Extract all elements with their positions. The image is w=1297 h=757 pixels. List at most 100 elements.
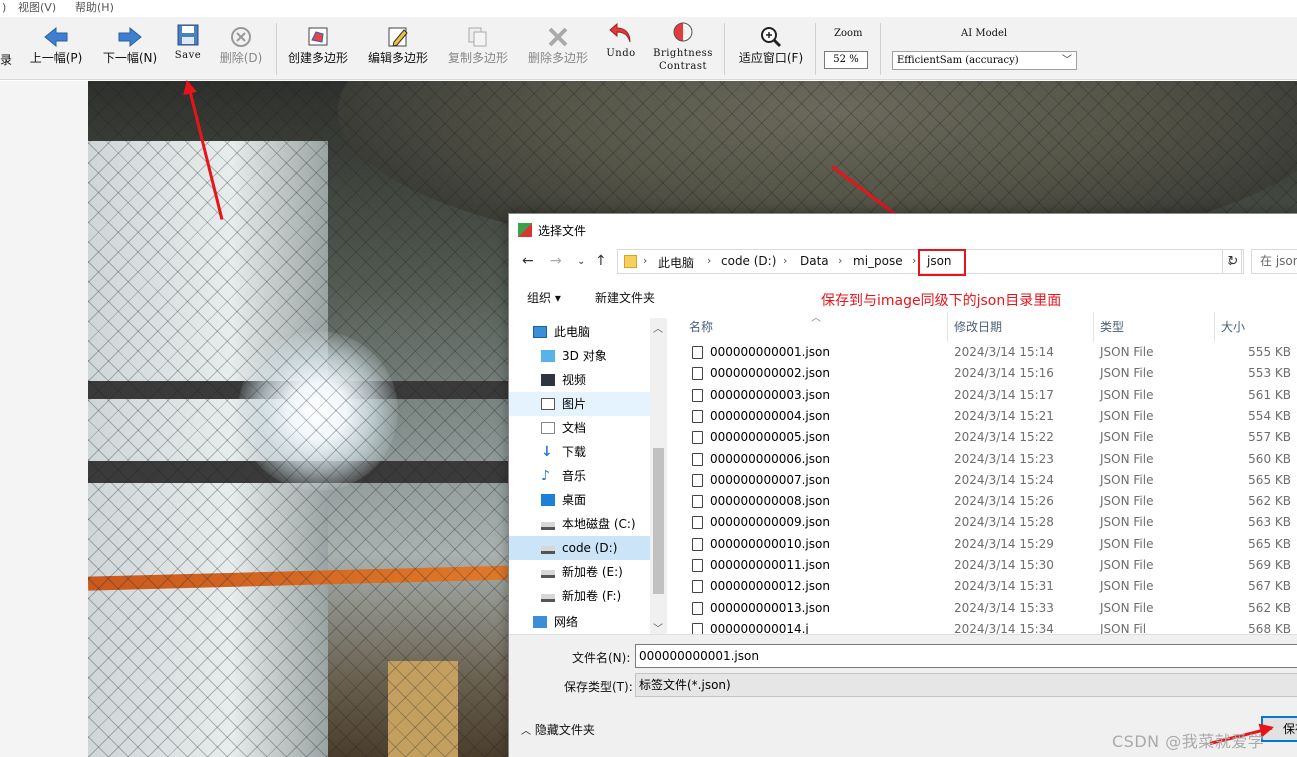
- search-input[interactable]: 在 json: [1251, 249, 1297, 274]
- tree-item-drive-c[interactable]: 本地磁盘 (C:): [509, 512, 650, 536]
- file-row[interactable]: 000000000001.json 2024/3/14 15:14 JSON Fil…: [675, 342, 1297, 363]
- copy-icon: [468, 27, 487, 47]
- file-name: 000000000004.json: [710, 408, 830, 423]
- file-name: 000000000007.json: [710, 472, 830, 487]
- tree-item-3d-objects[interactable]: 3D 对象: [509, 344, 650, 368]
- create-polygon-button[interactable]: 创建多边形: [284, 19, 352, 79]
- file-type: JSON File: [1100, 366, 1154, 381]
- delete-button[interactable]: 删除(D): [216, 19, 266, 79]
- filetype-label: 保存类型(T):: [564, 680, 633, 694]
- file-size: 565 KB: [1248, 536, 1291, 551]
- file-type: JSON File: [1100, 558, 1154, 572]
- column-header-type[interactable]: 类型: [1100, 312, 1124, 342]
- file-row[interactable]: 000000000013.json 2024/3/14 15:33 JSON Fil…: [675, 598, 1297, 619]
- breadcrumb-separator: ›: [912, 254, 917, 267]
- tree-item-music[interactable]: ♪ 音乐: [509, 464, 650, 488]
- music-icon: ♪: [541, 468, 550, 484]
- menu-help[interactable]: 帮助(H): [75, 0, 114, 15]
- tree-item-this-pc[interactable]: 此电脑: [509, 320, 650, 344]
- breadcrumb-item[interactable]: mi_pose: [853, 254, 903, 268]
- file-name: 000000000014.j: [710, 621, 809, 634]
- copy-polygon-button[interactable]: 复制多边形: [444, 19, 512, 79]
- menu-fragment[interactable]: ): [2, 0, 6, 15]
- save-disk-icon: [177, 24, 199, 46]
- tree-scrollbar[interactable]: ︿ ﹀: [650, 318, 667, 635]
- next-image-button[interactable]: 下一幅(N): [99, 19, 161, 79]
- file-type: JSON File: [1100, 345, 1154, 359]
- delete-circle-icon: [231, 27, 251, 47]
- filetype-select[interactable]: 标签文件(*.json): [635, 673, 1297, 697]
- save-button-toolbar[interactable]: Save: [170, 19, 206, 79]
- delete-polygon-button[interactable]: 删除多边形: [524, 19, 592, 79]
- file-row[interactable]: 000000000011.json 2024/3/14 15:30 JSON Fil…: [675, 555, 1297, 576]
- tree-item-desktop[interactable]: 桌面: [509, 488, 650, 512]
- breadcrumb-item-current[interactable]: json: [927, 254, 952, 268]
- hide-folders-toggle[interactable]: ︿ 隐藏文件夹: [521, 721, 595, 738]
- undo-button[interactable]: Undo: [601, 19, 641, 79]
- tree-item-documents[interactable]: 文档: [509, 416, 650, 440]
- fit-window-button[interactable]: 适应窗口(F): [734, 19, 808, 79]
- breadcrumb-item[interactable]: Data: [800, 254, 829, 268]
- file-row[interactable]: 000000000006.json 2024/3/14 15:23 JSON Fil…: [675, 449, 1297, 470]
- prev-image-button[interactable]: 上一幅(P): [24, 19, 88, 79]
- file-row[interactable]: 000000000004.json 2024/3/14 15:21 JSON Fil…: [675, 406, 1297, 427]
- file-row[interactable]: 000000000007.json 2024/3/14 15:24 JSON Fil…: [675, 470, 1297, 491]
- cube-icon: [541, 350, 555, 362]
- file-row[interactable]: 000000000008.json 2024/3/14 15:26 JSON Fil…: [675, 491, 1297, 512]
- zoom-title: Zoom: [834, 28, 863, 39]
- file-name: 000000000008.json: [710, 494, 830, 509]
- scroll-up-icon[interactable]: ︿: [653, 320, 663, 335]
- tree-item-videos[interactable]: 视频: [509, 368, 650, 392]
- tree-item-drive-d[interactable]: code (D:): [509, 536, 650, 560]
- file-row[interactable]: 000000000010.json 2024/3/14 15:29 JSON Fil…: [675, 534, 1297, 555]
- brightness-contrast-button[interactable]: Brightness Contrast: [650, 19, 716, 79]
- up-icon[interactable]: ↑: [595, 253, 607, 269]
- navigation-tree: 此电脑 3D 对象 视频 图片 文档 ↓ 下载 ♪ 音乐 桌面 本地磁盘 (C:…: [509, 318, 667, 634]
- file-row[interactable]: 000000000012.json 2024/3/14 15:31 JSON Fil…: [675, 576, 1297, 597]
- column-header-name[interactable]: 名称: [689, 312, 713, 342]
- app-icon: [518, 223, 532, 237]
- file-type: JSON File: [1100, 494, 1154, 509]
- menu-view[interactable]: 视图(V): [18, 0, 56, 15]
- column-header-date[interactable]: 修改日期: [954, 312, 1002, 342]
- tree-item-drive-f[interactable]: 新加卷 (F:): [509, 584, 650, 608]
- file-type: JSON File: [1100, 472, 1154, 487]
- tree-item-drive-e[interactable]: 新加卷 (E:): [509, 560, 650, 584]
- refresh-icon[interactable]: ↻: [1222, 249, 1244, 274]
- toolbar-separator: [880, 23, 881, 75]
- organize-menu[interactable]: 组织 ▾: [527, 289, 561, 306]
- file-row[interactable]: 000000000014.j 2024/3/14 15:34 JSON Fil 568…: [675, 619, 1297, 634]
- file-row[interactable]: 000000000005.json 2024/3/14 15:22 JSON Fil…: [675, 427, 1297, 448]
- zoom-input[interactable]: 52 %: [824, 51, 868, 69]
- column-header-size[interactable]: 大小: [1221, 312, 1245, 342]
- drive-icon: [541, 546, 555, 554]
- new-folder-button[interactable]: 新建文件夹: [595, 289, 655, 306]
- filename-label: 文件名(N):: [572, 651, 631, 665]
- file-date: 2024/3/14 15:26: [954, 494, 1054, 509]
- breadcrumb-item[interactable]: 此电脑: [658, 254, 694, 271]
- open-dir-button[interactable]: 录: [0, 19, 12, 79]
- breadcrumb-item[interactable]: code (D:): [721, 254, 776, 268]
- file-type: JSON Fil: [1100, 621, 1147, 634]
- toolbar-separator: [276, 23, 277, 75]
- tree-item-network[interactable]: 网络: [509, 610, 650, 634]
- edit-polygon-button[interactable]: 编辑多边形: [364, 19, 432, 79]
- scroll-thumb[interactable]: [653, 448, 664, 594]
- tree-item-downloads[interactable]: ↓ 下载: [509, 440, 650, 464]
- ai-model-select[interactable]: EfficientSam (accuracy) ﹀: [892, 51, 1077, 70]
- back-icon[interactable]: ←: [522, 253, 534, 269]
- ai-model-value: EfficientSam (accuracy): [897, 55, 1019, 66]
- json-file-icon: [692, 495, 703, 509]
- address-bar[interactable]: › 此电脑 › code (D:) › Data › mi_pose › jso…: [617, 249, 1242, 276]
- scroll-down-icon[interactable]: ﹀: [653, 620, 663, 635]
- column-separator: [1093, 312, 1094, 342]
- file-row[interactable]: 000000000003.json 2024/3/14 15:17 JSON Fil…: [675, 385, 1297, 406]
- file-date: 2024/3/14 15:17: [954, 387, 1054, 402]
- file-row[interactable]: 000000000002.json 2024/3/14 15:16 JSON Fil…: [675, 363, 1297, 384]
- recent-dropdown-icon[interactable]: ⌄: [577, 256, 585, 267]
- tree-item-pictures[interactable]: 图片: [509, 392, 650, 416]
- forward-icon[interactable]: →: [550, 253, 562, 269]
- toolbar-separator: [815, 23, 816, 75]
- file-row[interactable]: 000000000009.json 2024/3/14 15:28 JSON Fil…: [675, 512, 1297, 533]
- filename-input[interactable]: 000000000001.json: [635, 644, 1297, 668]
